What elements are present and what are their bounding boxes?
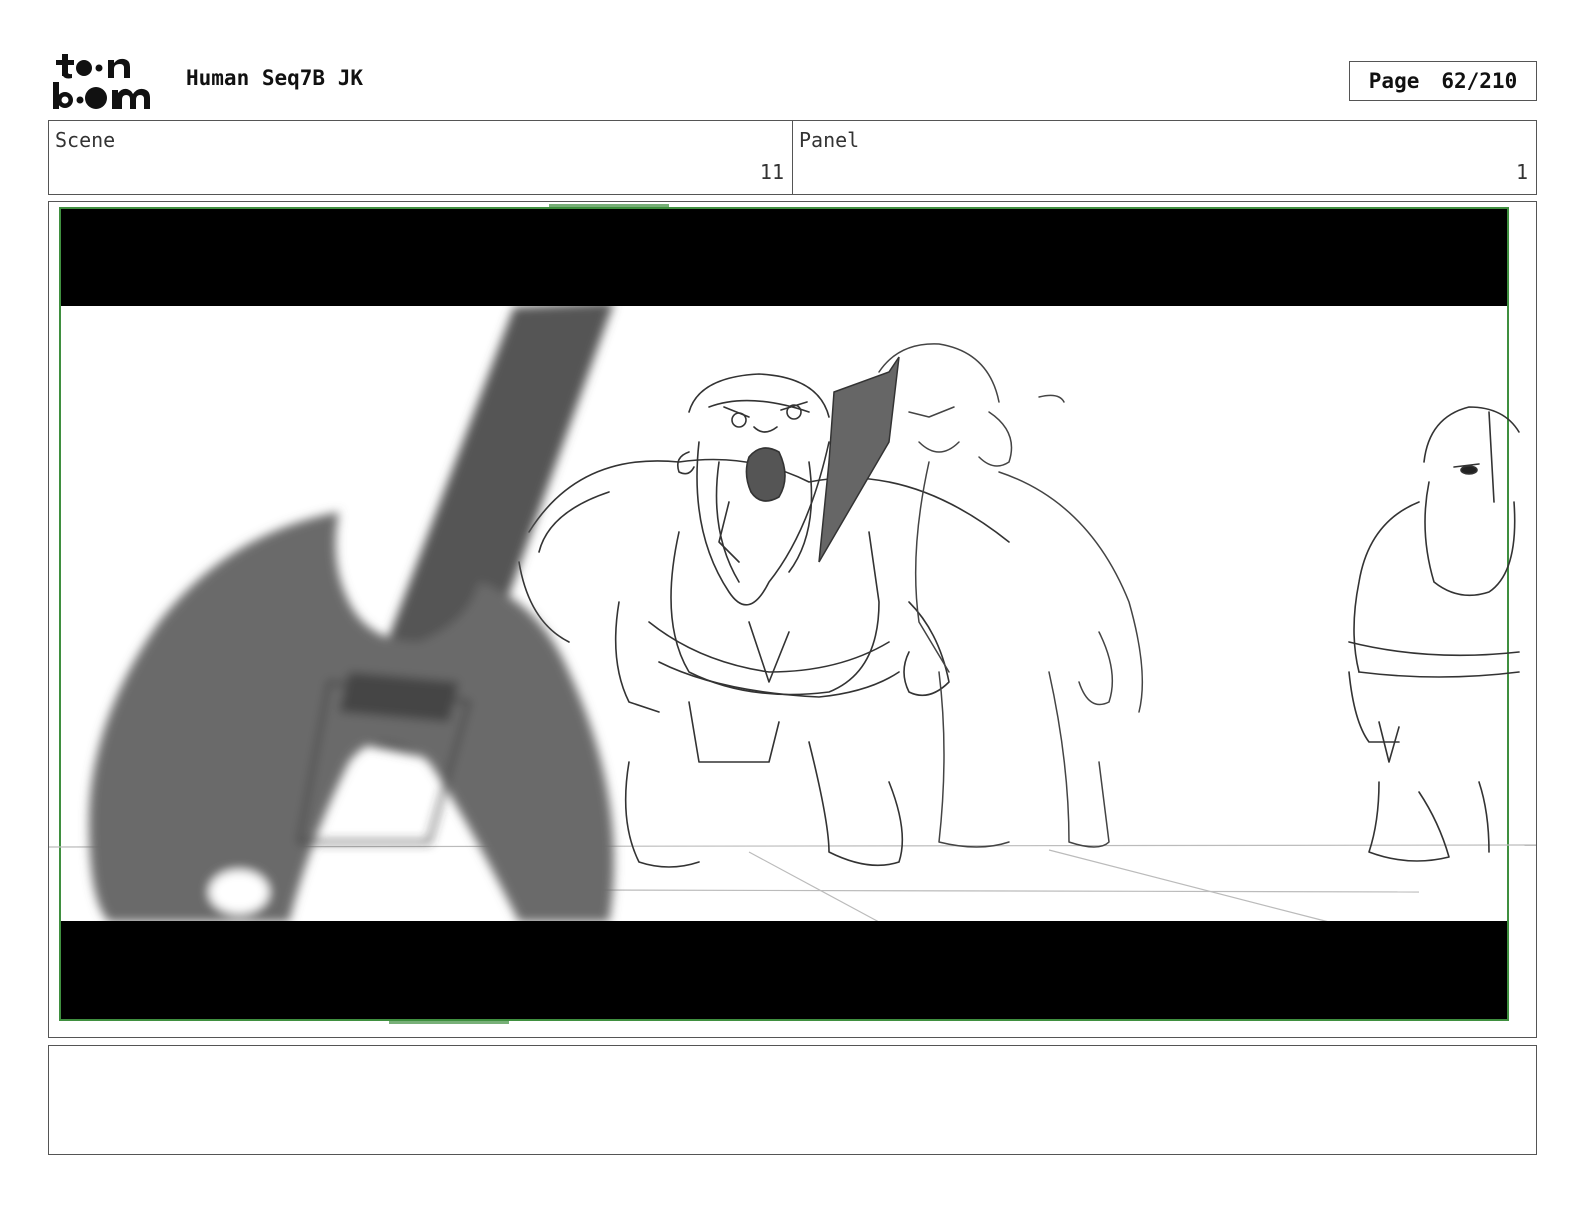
page-label: Page <box>1368 69 1420 93</box>
panel-cell: Panel 1 <box>792 121 1536 194</box>
panel-label: Panel <box>799 128 860 152</box>
storyboard-panel-image <box>48 201 1537 1038</box>
scene-label: Scene <box>55 128 116 152</box>
panel-number: 1 <box>1515 160 1528 184</box>
scene-cell: Scene 11 <box>49 121 792 194</box>
toon-boom-logo <box>50 50 166 112</box>
document-title: Human Seq7B JK <box>186 66 364 90</box>
panel-notes <box>48 1045 1537 1155</box>
storyboard-sketch <box>49 202 1536 1037</box>
page-number: 62/210 <box>1441 69 1518 93</box>
toon-boom-logo-mark <box>53 54 150 109</box>
scene-number: 11 <box>759 160 784 184</box>
page-indicator: Page 62/210 <box>1349 61 1537 101</box>
scene-panel-info: Scene 11 Panel 1 <box>48 120 1537 195</box>
